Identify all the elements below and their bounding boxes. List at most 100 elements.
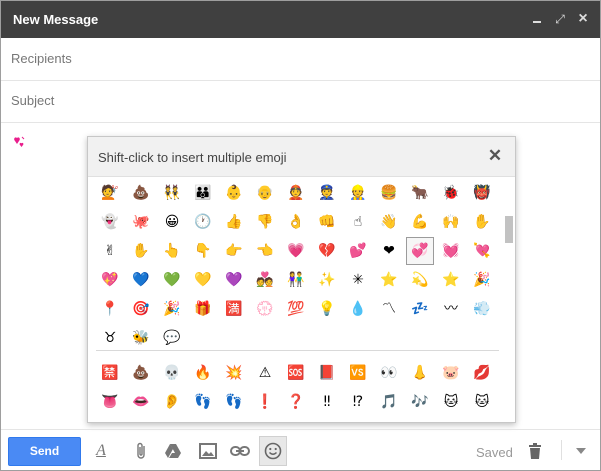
emoji-cell[interactable]: 💖 bbox=[96, 266, 124, 294]
emoji-cell[interactable]: 👯 bbox=[158, 179, 186, 207]
emoji-cell[interactable]: 👇 bbox=[189, 237, 217, 265]
emoji-cell[interactable]: ❗ bbox=[251, 388, 279, 416]
send-button[interactable]: Send bbox=[8, 437, 81, 466]
emoji-cell[interactable]: 💑 bbox=[251, 266, 279, 294]
emoji-cell[interactable]: 💧 bbox=[344, 295, 372, 323]
emoji-cell[interactable]: 👶 bbox=[220, 179, 248, 207]
recipients-input[interactable] bbox=[11, 51, 581, 66]
emoji-cell[interactable]: 🎁 bbox=[189, 295, 217, 323]
emoji-cell[interactable]: 📕 bbox=[313, 359, 341, 387]
emoji-cell[interactable]: 💀 bbox=[158, 359, 186, 387]
emoji-cell[interactable]: 💨 bbox=[468, 295, 496, 323]
emoji-cell[interactable]: 💮 bbox=[251, 295, 279, 323]
minimize-icon[interactable] bbox=[529, 10, 545, 28]
close-icon[interactable]: × bbox=[575, 10, 591, 28]
insert-photo-icon[interactable] bbox=[196, 439, 220, 463]
emoji-cell[interactable]: 👹 bbox=[468, 179, 496, 207]
emoji-cell[interactable]: 💚 bbox=[158, 266, 186, 294]
emoji-cell[interactable]: 😀 bbox=[158, 208, 186, 236]
emoji-cell[interactable]: ♉ bbox=[96, 324, 124, 352]
emoji-cell[interactable]: 💡 bbox=[313, 295, 341, 323]
emoji-cell[interactable]: 💥 bbox=[220, 359, 248, 387]
emoji-cell[interactable]: 💕 bbox=[344, 237, 372, 265]
emoji-cell[interactable]: 🎵 bbox=[375, 388, 403, 416]
emoji-cell[interactable]: 💘 bbox=[468, 237, 496, 265]
emoji-cell[interactable]: 🐂 bbox=[406, 179, 434, 207]
emoji-cell[interactable]: ✳ bbox=[344, 266, 372, 294]
emoji-cell[interactable]: 🙌 bbox=[437, 208, 465, 236]
emoji-cell[interactable]: 👀 bbox=[375, 359, 403, 387]
emoji-cell[interactable]: 💫 bbox=[406, 266, 434, 294]
emoji-cell[interactable]: 💙 bbox=[127, 266, 155, 294]
emoji-cell[interactable]: 💯 bbox=[282, 295, 310, 323]
emoji-scrollbar-thumb[interactable] bbox=[505, 216, 513, 243]
emoji-cell[interactable]: 👉 bbox=[220, 237, 248, 265]
emoji-cell[interactable]: ‼ bbox=[313, 388, 341, 416]
emoji-cell[interactable]: 💜 bbox=[220, 266, 248, 294]
emoji-cell[interactable]: ❤ bbox=[375, 237, 403, 265]
insert-emoji-icon[interactable] bbox=[259, 436, 287, 466]
more-options-chevron-down-icon[interactable] bbox=[569, 439, 593, 463]
emoji-cell[interactable]: 💋 bbox=[468, 359, 496, 387]
emoji-cell[interactable]: 💛 bbox=[189, 266, 217, 294]
emoji-cell[interactable]: ⚠ bbox=[251, 359, 279, 387]
emoji-cell[interactable]: 🎉 bbox=[468, 266, 496, 294]
emoji-cell[interactable]: 🍔 bbox=[375, 179, 403, 207]
emoji-cell[interactable]: 💩 bbox=[127, 359, 155, 387]
emoji-cell[interactable]: 🎶 bbox=[406, 388, 434, 416]
emoji-cell[interactable]: 🎯 bbox=[127, 295, 155, 323]
emoji-cell[interactable]: ☝ bbox=[344, 208, 372, 236]
emoji-cell[interactable]: 👋 bbox=[375, 208, 403, 236]
attach-file-icon[interactable] bbox=[130, 439, 154, 463]
emoji-cell[interactable]: 🕐 bbox=[189, 208, 217, 236]
emoji-cell[interactable]: 👈 bbox=[251, 237, 279, 265]
emoji-cell[interactable]: 🆚 bbox=[344, 359, 372, 387]
emoji-cell[interactable]: 👣 bbox=[189, 388, 217, 416]
emoji-cell[interactable]: 🈲 bbox=[96, 359, 124, 387]
close-icon[interactable]: ✕ bbox=[486, 147, 504, 165]
emoji-cell[interactable]: 🈵 bbox=[220, 295, 248, 323]
emoji-cell[interactable]: ⭐ bbox=[375, 266, 403, 294]
emoji-cell[interactable]: 🐷 bbox=[437, 359, 465, 387]
emoji-cell[interactable]: ✌ bbox=[96, 237, 124, 265]
emoji-cell[interactable]: 💬 bbox=[158, 324, 186, 352]
emoji-cell[interactable]: ⁉ bbox=[344, 388, 372, 416]
formatting-options-icon[interactable]: A bbox=[89, 439, 113, 463]
emoji-cell[interactable]: 👆 bbox=[158, 237, 186, 265]
emoji-cell[interactable]: 🔥 bbox=[189, 359, 217, 387]
emoji-cell[interactable]: 👎 bbox=[251, 208, 279, 236]
emoji-cell[interactable]: 👪 bbox=[189, 179, 217, 207]
emoji-cell[interactable]: 🐱 bbox=[437, 388, 465, 416]
emoji-cell[interactable]: 👄 bbox=[127, 388, 155, 416]
emoji-cell[interactable]: 👊 bbox=[313, 208, 341, 236]
emoji-cell[interactable]: 💤 bbox=[406, 295, 434, 323]
emoji-cell[interactable]: 〰 bbox=[437, 295, 465, 323]
emoji-cell[interactable]: ✨ bbox=[313, 266, 341, 294]
emoji-cell[interactable]: 🆘 bbox=[282, 359, 310, 387]
emoji-cell[interactable]: 💔 bbox=[313, 237, 341, 265]
emoji-cell[interactable]: 🐞 bbox=[437, 179, 465, 207]
emoji-cell[interactable]: 🐝 bbox=[127, 324, 155, 352]
expand-icon[interactable]: ⤢ bbox=[552, 10, 568, 28]
emoji-cell[interactable]: 👷 bbox=[344, 179, 372, 207]
emoji-cell[interactable]: 📍 bbox=[96, 295, 124, 323]
discard-draft-icon[interactable] bbox=[523, 439, 547, 463]
emoji-cell[interactable]: 🎉 bbox=[158, 295, 186, 323]
emoji-cell[interactable]: 👴 bbox=[251, 179, 279, 207]
emoji-cell[interactable]: 💩 bbox=[127, 179, 155, 207]
emoji-cell[interactable]: 👅 bbox=[96, 388, 124, 416]
emoji-cell[interactable]: 👍 bbox=[220, 208, 248, 236]
emoji-cell[interactable]: 👃 bbox=[406, 359, 434, 387]
emoji-cell[interactable]: 💪 bbox=[406, 208, 434, 236]
emoji-cell[interactable]: 🐱 bbox=[468, 388, 496, 416]
google-drive-icon[interactable] bbox=[161, 439, 185, 463]
emoji-cell[interactable]: 👲 bbox=[282, 179, 310, 207]
insert-link-icon[interactable] bbox=[228, 439, 252, 463]
emoji-cell[interactable]: 👂 bbox=[158, 388, 186, 416]
emoji-cell[interactable]: 👣 bbox=[220, 388, 248, 416]
emoji-cell[interactable]: 👻 bbox=[96, 208, 124, 236]
emoji-cell[interactable]: 👮 bbox=[313, 179, 341, 207]
emoji-cell-selected[interactable]: 💞 bbox=[406, 237, 434, 265]
emoji-cell[interactable]: ⭐ bbox=[437, 266, 465, 294]
emoji-cell[interactable]: ✋ bbox=[468, 208, 496, 236]
